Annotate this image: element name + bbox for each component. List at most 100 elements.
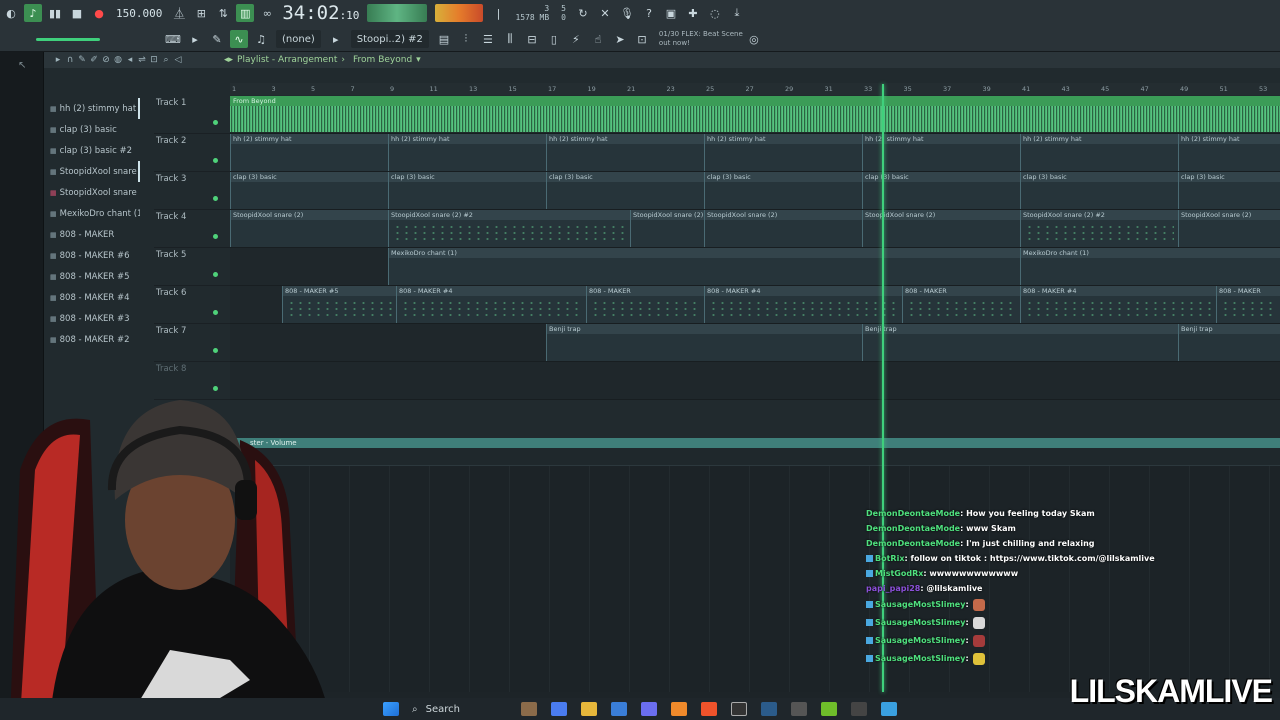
steam-icon[interactable] — [761, 702, 777, 716]
pattern-clip[interactable]: hh (2) stimmy hat — [862, 134, 1020, 171]
playback-tool-icon[interactable]: ◁ — [172, 55, 184, 65]
pattern-clip[interactable]: 808 - MAKER #5 — [282, 286, 396, 323]
plug-icon[interactable]: ⚡ — [567, 30, 585, 48]
nvidia-icon[interactable] — [821, 702, 837, 716]
metronome-icon[interactable]: ⏅ — [170, 4, 188, 22]
pattern-clip[interactable]: clap (3) basic — [388, 172, 546, 209]
obs-icon[interactable] — [731, 702, 747, 716]
app-logo-icon[interactable]: ◐ — [2, 4, 20, 22]
playlist-arrow-icon[interactable]: ▸ — [52, 55, 64, 65]
lane-7[interactable]: Benji trap Benji trap Benji trap — [230, 324, 1280, 362]
lane-8[interactable] — [230, 362, 1280, 400]
wave-icon[interactable]: ∿ — [230, 30, 248, 48]
pattern-clip[interactable]: clap (3) basic — [704, 172, 862, 209]
loop-record-icon[interactable]: ∞ — [258, 4, 276, 22]
start-icon[interactable] — [383, 702, 399, 716]
slice-tool-icon[interactable]: ⇌ — [136, 55, 148, 65]
timeline-ruler[interactable]: 1 3 5 7 9 11 13 15 17 19 21 23 25 27 29 31 33 35 37 39 41 43 4… — [230, 83, 1280, 95]
send-icon[interactable]: ➤ — [611, 30, 629, 48]
track-mute-led[interactable] — [213, 234, 218, 239]
snap-icon[interactable]: ⊞ — [192, 4, 210, 22]
pattern-clip[interactable]: 808 - MAKER — [1216, 286, 1280, 323]
automation-lane[interactable] — [230, 448, 1280, 466]
pattern-clip[interactable]: 808 - MAKER — [586, 286, 704, 323]
arrangement-name[interactable]: From Beyond — [353, 55, 412, 65]
pattern-clip[interactable]: Benji trap — [546, 324, 862, 361]
pattern-clip[interactable]: MexikoDro chant (1) — [388, 248, 1020, 285]
lane-2[interactable]: hh (2) stimmy hat hh (2) stimmy hat hh (2)… — [230, 134, 1280, 172]
picker-item[interactable]: ▦StoopidXool snare (2) #2 — [50, 182, 140, 203]
select-tool-icon[interactable]: ⊡ — [148, 55, 160, 65]
photos-icon[interactable] — [881, 702, 897, 716]
track-mute-led[interactable] — [213, 310, 218, 315]
stop-button[interactable]: ■ — [68, 4, 86, 22]
automation-clip[interactable]: ster - Volume — [230, 438, 1280, 448]
picker-item[interactable]: ▦ 808 - MAKER #3 — [50, 308, 140, 329]
pattern-clip[interactable]: Benji trap — [1178, 324, 1280, 361]
pattern-clip[interactable]: clap (3) basic — [1178, 172, 1280, 209]
track-mute-led[interactable] — [213, 158, 218, 163]
chat-icon[interactable]: ◌ — [706, 4, 724, 22]
touch-icon[interactable]: ☝ — [589, 30, 607, 48]
picker-item[interactable]: ▦ hh (2) stimmy hat — [50, 98, 140, 119]
track-header[interactable]: Track 2 — [154, 134, 230, 172]
track-header[interactable]: Track 3 — [154, 172, 230, 210]
microphone-icon[interactable]: 🎙 — [618, 4, 636, 22]
pattern-clip[interactable]: StoopidXool snare (2) #2 — [388, 210, 630, 247]
piano-roll-icon[interactable]: ⌨ — [164, 30, 182, 48]
pattern-clip[interactable]: hh (2) stimmy hat — [1020, 134, 1178, 171]
widgets-icon[interactable] — [521, 702, 537, 716]
discord-icon[interactable] — [641, 702, 657, 716]
track-header[interactable]: Track 5 — [154, 248, 230, 286]
download-icon[interactable]: ⤓ — [728, 4, 746, 22]
fl-studio-icon[interactable] — [671, 702, 687, 716]
mute-tool-icon[interactable]: ◍ — [112, 55, 124, 65]
arrow-icon[interactable]: ▸ — [186, 30, 204, 48]
track-header[interactable]: Track 1 — [154, 96, 230, 134]
track-lanes[interactable]: From Beyond hh (2) stimmy hat hh (2) stim… — [230, 96, 1280, 438]
track-mute-led[interactable] — [213, 272, 218, 277]
song-mode-toggle[interactable]: ♪ — [24, 4, 42, 22]
picker-item[interactable]: ▦ MexikoDro chant (1) — [50, 203, 140, 224]
track-mute-led[interactable] — [213, 196, 218, 201]
lane-3[interactable]: clap (3) basic clap (3) basic clap (3) bas… — [230, 172, 1280, 210]
pattern-clip[interactable]: Benji trap — [862, 324, 1178, 361]
browser-icon[interactable]: ⊟ — [523, 30, 541, 48]
help-icon[interactable]: ? — [640, 4, 658, 22]
pattern-clip[interactable]: 808 - MAKER #4 — [1020, 286, 1216, 323]
pattern-clip[interactable]: 808 - MAKER — [902, 286, 1020, 323]
pattern-clip[interactable]: hh (2) stimmy hat — [1178, 134, 1280, 171]
pattern-clip[interactable]: clap (3) basic — [862, 172, 1020, 209]
picker-item[interactable]: ▦ StoopidXool snare (2 — [50, 161, 140, 182]
step-record-icon[interactable]: ⇅ — [214, 4, 232, 22]
pattern-selector[interactable]: Stoopi..2) #2 — [350, 30, 429, 48]
news-panel[interactable]: 01/30 FLEX: Beat Scene out now! — [653, 30, 743, 48]
pattern-clip[interactable]: StoopidXool snare (2) — [862, 210, 1020, 247]
play-button[interactable]: ▮▮ — [46, 4, 64, 22]
picker-item[interactable]: ▦ 808 - MAKER #5 — [50, 266, 140, 287]
plugin-db-icon[interactable]: ▯ — [545, 30, 563, 48]
store-icon[interactable] — [611, 702, 627, 716]
picker-item[interactable]: ▦ 808 - MAKER #6 — [50, 245, 140, 266]
pattern-clip[interactable]: hh (2) stimmy hat — [388, 134, 546, 171]
zoom-tool-icon[interactable]: ⌕ — [160, 55, 172, 65]
record-button[interactable]: ● — [90, 4, 108, 22]
pattern-clip[interactable]: clap (3) basic — [1020, 172, 1178, 209]
lane-5[interactable]: MexikoDro chant (1) MexikoDro chant (1) — [230, 248, 1280, 286]
bell-icon[interactable]: ♫ — [252, 30, 270, 48]
track-header[interactable]: Track 7 — [154, 324, 230, 362]
audio-clip[interactable]: From Beyond — [230, 96, 1280, 133]
taskbar-search[interactable]: ⌕ Search — [412, 704, 502, 715]
pencil-tool-icon[interactable]: ✎ — [76, 55, 88, 65]
file-explorer-icon[interactable] — [581, 702, 597, 716]
lane-4[interactable]: StoopidXool snare (2) StoopidXool snare (… — [230, 210, 1280, 248]
lane-6[interactable]: 808 - MAKER #5 808 - MAKER #4 808 - MAKER 8… — [230, 286, 1280, 324]
brave-icon[interactable] — [701, 702, 717, 716]
pattern-clip[interactable]: clap (3) basic — [546, 172, 704, 209]
save-icon[interactable]: ▣ — [662, 4, 680, 22]
pattern-clip[interactable]: StoopidXool snare (2) — [630, 210, 704, 247]
delete-tool-icon[interactable]: ⊘ — [100, 55, 112, 65]
picker-item[interactable]: ▦ 808 - MAKER #2 — [50, 329, 140, 350]
magnet-icon[interactable]: ∩ — [64, 55, 76, 65]
4k-app-icon[interactable] — [851, 702, 867, 716]
